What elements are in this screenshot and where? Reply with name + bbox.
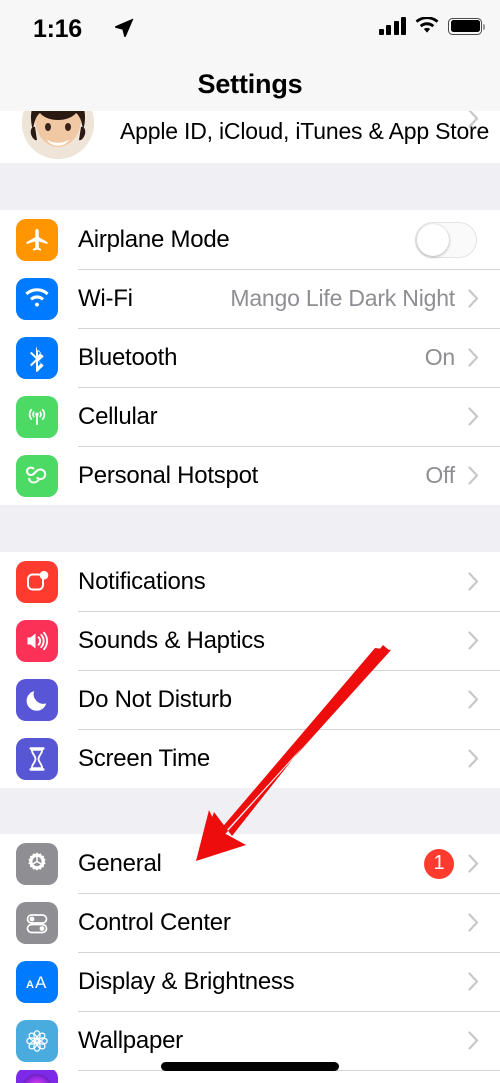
row-accessory (415, 221, 500, 258)
status-bar-time: 1:16 (33, 15, 82, 43)
display-brightness-icon: A A (16, 960, 58, 1003)
settings-group-system: General 1 Control Center A A Display & B… (0, 834, 500, 1083)
settings-row-wifi[interactable]: Wi-Fi Mango Life Dark Night (0, 269, 500, 328)
chevron-right-icon (468, 466, 479, 485)
chevron-right-icon (468, 631, 479, 650)
row-accessory (468, 690, 500, 709)
settings-row-general[interactable]: General 1 (0, 834, 500, 893)
settings-row-label: General (78, 849, 162, 877)
settings-row-do-not-disturb[interactable]: Do Not Disturb (0, 670, 500, 729)
settings-row-partial[interactable] (0, 1070, 500, 1083)
settings-row-label: Sounds & Haptics (78, 626, 265, 654)
chevron-right-icon (468, 913, 479, 932)
chevron-right-icon (468, 854, 479, 873)
hourglass-icon (16, 737, 58, 780)
status-bar-indicators (378, 17, 485, 35)
settings-row-label: Screen Time (78, 744, 210, 772)
wifi-icon (415, 17, 439, 33)
settings-row-airplane-mode[interactable]: Airplane Mode (0, 210, 500, 269)
settings-row-control-center[interactable]: Control Center (0, 893, 500, 952)
row-accessory: Off (425, 462, 500, 489)
airplane-mode-toggle[interactable] (415, 221, 477, 258)
row-accessory: 1 (424, 848, 500, 879)
status-bar: 1:16 (0, 0, 500, 58)
bluetooth-icon (16, 336, 58, 379)
settings-row-cellular[interactable]: Cellular (0, 387, 500, 446)
speaker-icon (16, 619, 58, 662)
settings-group-alerts: Notifications Sounds & Haptics Do Not Di… (0, 552, 500, 788)
settings-row-value: On (424, 344, 455, 370)
moon-icon (16, 678, 58, 721)
control-center-icon (16, 901, 58, 944)
settings-row-label: Control Center (78, 908, 231, 936)
group-separator (0, 505, 500, 552)
row-accessory (468, 1031, 500, 1050)
settings-row-notifications[interactable]: Notifications (0, 552, 500, 611)
wifi-icon (16, 277, 58, 320)
settings-row-sounds-haptics[interactable]: Sounds & Haptics (0, 611, 500, 670)
chevron-right-icon (468, 407, 479, 426)
svg-text:A: A (35, 973, 47, 992)
battery-full-icon (448, 17, 485, 35)
cellular-antenna-icon (16, 395, 58, 438)
airplane-icon (16, 218, 58, 261)
notifications-icon (16, 560, 58, 603)
settings-group-connectivity: Airplane Mode Wi-Fi Mango Life Dark Nigh… (0, 210, 500, 505)
settings-row-bluetooth[interactable]: Bluetooth On (0, 328, 500, 387)
gear-icon (16, 842, 58, 885)
toggle-knob (417, 223, 449, 256)
chevron-right-icon (468, 111, 479, 128)
chevron-right-icon (468, 972, 479, 991)
chevron-right-icon (468, 749, 479, 768)
settings-row-value: Off (425, 462, 455, 488)
svg-text:A: A (26, 979, 34, 991)
siri-icon (16, 1070, 58, 1083)
settings-row-label: Do Not Disturb (78, 685, 232, 713)
settings-row-label: Bluetooth (78, 343, 178, 371)
wallpaper-flower-icon (16, 1019, 58, 1062)
row-accessory (468, 572, 500, 591)
settings-row-display-brightness[interactable]: A A Display & Brightness (0, 952, 500, 1011)
cellular-signal-icon (378, 17, 406, 35)
settings-row-personal-hotspot[interactable]: Personal Hotspot Off (0, 446, 500, 505)
chevron-right-icon (468, 348, 479, 367)
settings-row-label: Wi-Fi (78, 284, 133, 312)
settings-row-label: Airplane Mode (78, 225, 230, 253)
group-separator (0, 788, 500, 834)
location-arrow-icon (115, 18, 134, 38)
row-accessory (468, 913, 500, 932)
chevron-right-icon (468, 289, 479, 308)
status-badge: 1 (424, 848, 454, 879)
settings-row-screen-time[interactable]: Screen Time (0, 729, 500, 788)
hotspot-link-icon (16, 454, 58, 497)
home-indicator[interactable] (161, 1062, 339, 1071)
apple-id-row[interactable]: Apple ID, iCloud, iTunes & App Store (0, 111, 500, 163)
row-accessory: On (425, 344, 500, 371)
settings-list[interactable]: Apple ID, iCloud, iTunes & App Store Air… (0, 111, 500, 1083)
apple-id-subtitle: Apple ID, iCloud, iTunes & App Store (120, 118, 490, 144)
navigation-bar: Settings (0, 58, 500, 111)
row-accessory (468, 749, 500, 768)
avatar (22, 111, 94, 159)
chevron-right-icon (468, 690, 479, 709)
settings-row-label: Cellular (78, 402, 158, 430)
group-separator (0, 163, 500, 210)
settings-row-value: Mango Life Dark Night (230, 285, 455, 311)
settings-row-label: Display & Brightness (78, 967, 295, 995)
iphone-settings-screen: 1:16 Settings Apple ID, iCloud, iTunes &… (0, 0, 500, 1083)
settings-row-label: Notifications (78, 567, 206, 595)
row-accessory: Mango Life Dark Night (230, 285, 500, 312)
row-accessory (468, 972, 500, 991)
row-accessory (468, 631, 500, 650)
row-accessory (468, 407, 500, 426)
settings-row-label: Personal Hotspot (78, 461, 259, 489)
settings-row-label: Wallpaper (78, 1026, 183, 1054)
page-title: Settings (197, 69, 303, 99)
chevron-right-icon (468, 572, 479, 591)
chevron-right-icon (468, 1031, 479, 1050)
